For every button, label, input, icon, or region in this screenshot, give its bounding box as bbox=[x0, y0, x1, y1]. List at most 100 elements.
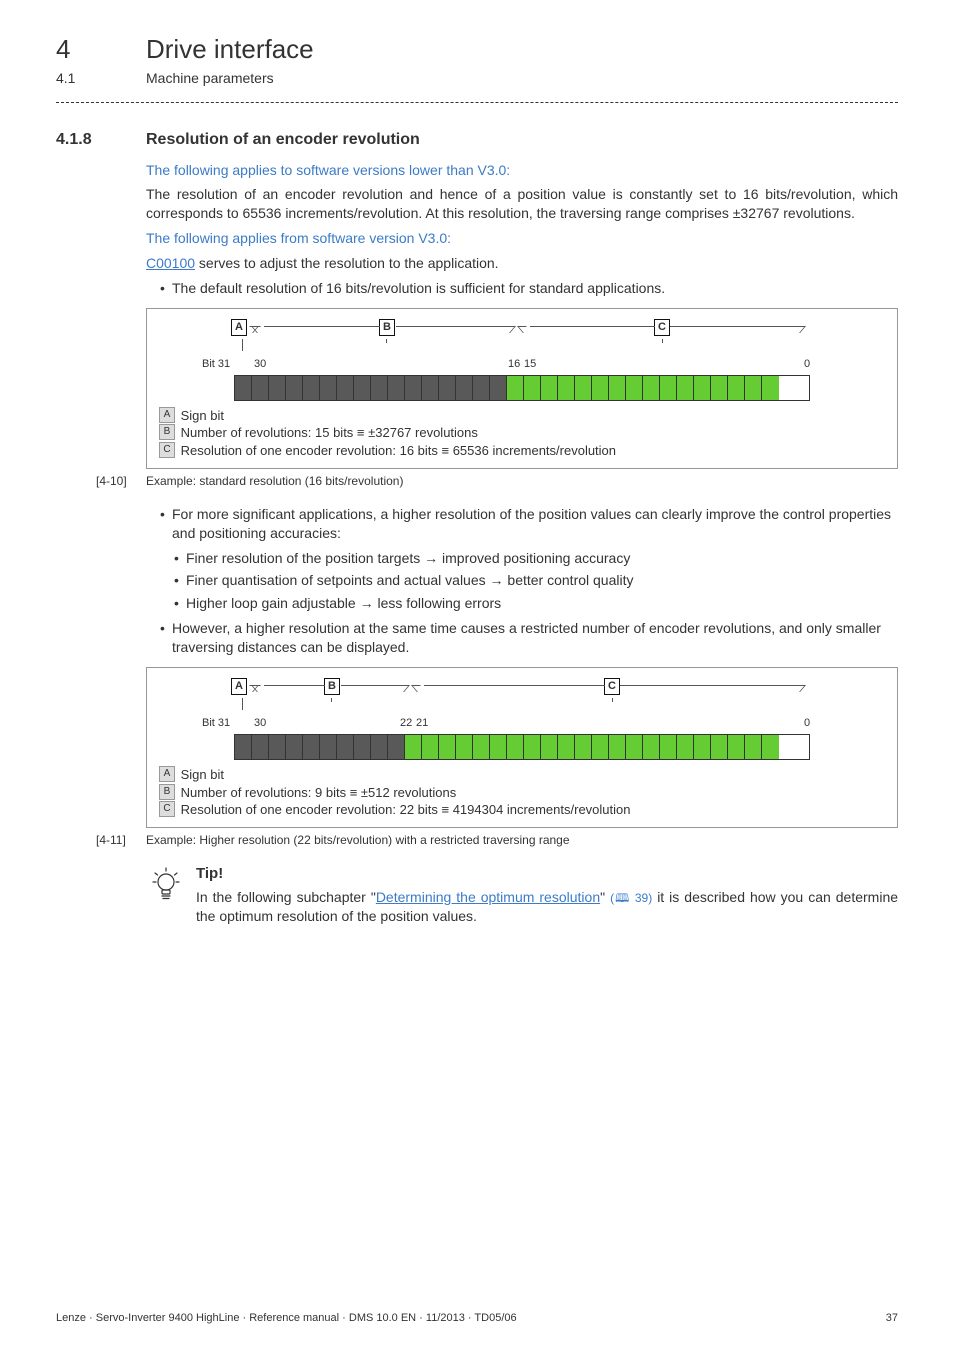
note-b: B Number of revolutions: 15 bits ≡ ±3276… bbox=[159, 424, 885, 442]
chapter-title: Drive interface bbox=[146, 32, 314, 67]
bit-cell bbox=[575, 735, 592, 759]
bit-cell bbox=[286, 376, 303, 400]
note-a: A Sign bit bbox=[159, 407, 885, 425]
bit-cell bbox=[541, 376, 558, 400]
note-c-text: Resolution of one encoder revolution: 16… bbox=[177, 443, 616, 458]
note-letter-c: C bbox=[159, 442, 175, 458]
section-title: Resolution of an encoder revolution bbox=[146, 129, 420, 151]
tip-link[interactable]: Determining the optimum resolution bbox=[376, 889, 600, 905]
axis-label: 21 bbox=[416, 716, 428, 731]
bracket-label-b: B bbox=[379, 319, 395, 336]
bit-cell bbox=[405, 735, 422, 759]
section-header: 4.1.8 Resolution of an encoder revolutio… bbox=[56, 129, 898, 151]
bit-cell bbox=[660, 735, 677, 759]
axis-label: 30 bbox=[254, 716, 266, 731]
bit-cell bbox=[524, 735, 541, 759]
axis-label: 30 bbox=[254, 357, 266, 372]
caption-label: [4-10] bbox=[96, 473, 146, 489]
bit-cell bbox=[592, 376, 609, 400]
bit-cell bbox=[269, 735, 286, 759]
bit-cell bbox=[677, 376, 694, 400]
subchapter-number: 4.1 bbox=[56, 69, 146, 88]
bit-axis-labels: Bit 31 30 16 15 0 bbox=[234, 357, 810, 373]
note-a-text: Sign bit bbox=[177, 408, 224, 423]
tip-text: In the following subchapter "Determining… bbox=[196, 888, 898, 926]
bit-cell bbox=[643, 376, 660, 400]
note-letter-b: B bbox=[159, 424, 175, 440]
bit-cell bbox=[694, 735, 711, 759]
bit-cell bbox=[303, 376, 320, 400]
bracket-stub bbox=[386, 339, 387, 343]
code-link[interactable]: C00100 bbox=[146, 255, 195, 271]
bit-cell bbox=[728, 376, 745, 400]
bit-cell bbox=[694, 376, 711, 400]
bit-cell bbox=[558, 735, 575, 759]
note-letter-a: A bbox=[159, 407, 175, 423]
bracket-line bbox=[620, 685, 798, 686]
bit-cell bbox=[711, 376, 728, 400]
bit-cell bbox=[422, 376, 439, 400]
bracket-line bbox=[424, 685, 605, 686]
tip-pageref[interactable]: (🕮 39) bbox=[610, 891, 652, 905]
note-b: B Number of revolutions: 9 bits ≡ ±512 r… bbox=[159, 784, 885, 802]
bit-cell bbox=[371, 735, 388, 759]
bracket-label-b: B bbox=[324, 678, 340, 695]
bit-cell bbox=[320, 735, 337, 759]
bit-cell bbox=[337, 376, 354, 400]
bit-cell bbox=[252, 735, 269, 759]
note-b-text: Number of revolutions: 15 bits ≡ ±32767 … bbox=[177, 425, 478, 440]
note-c: C Resolution of one encoder revolution: … bbox=[159, 442, 885, 460]
bracket-line bbox=[670, 326, 798, 327]
bit-cell bbox=[439, 376, 456, 400]
note-letter-c: C bbox=[159, 801, 175, 817]
bit-cell bbox=[745, 735, 762, 759]
caption-label: [4-11] bbox=[96, 832, 146, 848]
tip-block: Tip! In the following subchapter "Determ… bbox=[146, 864, 898, 926]
page-number: 37 bbox=[886, 1311, 898, 1326]
lightbulb-icon bbox=[146, 864, 186, 902]
bracket-line bbox=[264, 685, 325, 686]
body: The following applies to software versio… bbox=[146, 161, 898, 926]
bit-cell bbox=[235, 376, 252, 400]
bit-cell bbox=[456, 376, 473, 400]
tip-pre: In the following subchapter " bbox=[196, 889, 376, 905]
note-letter-a: A bbox=[159, 766, 175, 782]
figure-2: A B C bbox=[146, 667, 898, 828]
note-c-text: Resolution of one encoder revolution: 22… bbox=[177, 802, 630, 817]
bit-cell bbox=[677, 735, 694, 759]
subchapter-title: Machine parameters bbox=[146, 69, 274, 88]
figure-2-caption: [4-11] Example: Higher resolution (22 bi… bbox=[146, 832, 898, 848]
bit-cell bbox=[235, 735, 252, 759]
bit-cell bbox=[609, 376, 626, 400]
bit-cell bbox=[541, 735, 558, 759]
note-a-text: Sign bit bbox=[177, 767, 224, 782]
bracket-stub bbox=[612, 698, 613, 702]
bracket-end bbox=[791, 685, 806, 692]
list-item: Finer quantisation of setpoints and actu… bbox=[174, 571, 898, 590]
section-number: 4.1.8 bbox=[56, 129, 146, 151]
caption-text: Example: Higher resolution (22 bits/revo… bbox=[146, 832, 570, 848]
bit-cell bbox=[269, 376, 286, 400]
bit-diagram-2: A B C bbox=[159, 678, 885, 760]
tip-content: Tip! In the following subchapter "Determ… bbox=[196, 864, 898, 926]
axis-label: Bit 31 bbox=[202, 716, 230, 731]
caption-text: Example: standard resolution (16 bits/re… bbox=[146, 473, 403, 489]
bit-diagram-1: A B C bbox=[159, 319, 885, 401]
bracket-label-a: A bbox=[231, 678, 247, 695]
bracket-line bbox=[396, 326, 508, 327]
bit-cell bbox=[575, 376, 592, 400]
bracket-end bbox=[791, 326, 806, 333]
bit-cell bbox=[388, 376, 405, 400]
bit-cell bbox=[490, 376, 507, 400]
bit-cell bbox=[320, 376, 337, 400]
note-letter-b: B bbox=[159, 784, 175, 800]
list-item: For more significant applications, a hig… bbox=[160, 505, 898, 543]
bit-cell bbox=[643, 735, 660, 759]
bit-cell bbox=[286, 735, 303, 759]
chapter-header: 4 Drive interface bbox=[56, 32, 898, 67]
bracket-end bbox=[501, 326, 516, 333]
paragraph-2-tail: serves to adjust the resolution to the a… bbox=[195, 255, 499, 271]
figure-1: A B C bbox=[146, 308, 898, 469]
page-footer: Lenze · Servo-Inverter 9400 HighLine · R… bbox=[56, 1311, 898, 1326]
bit-cell bbox=[762, 376, 779, 400]
